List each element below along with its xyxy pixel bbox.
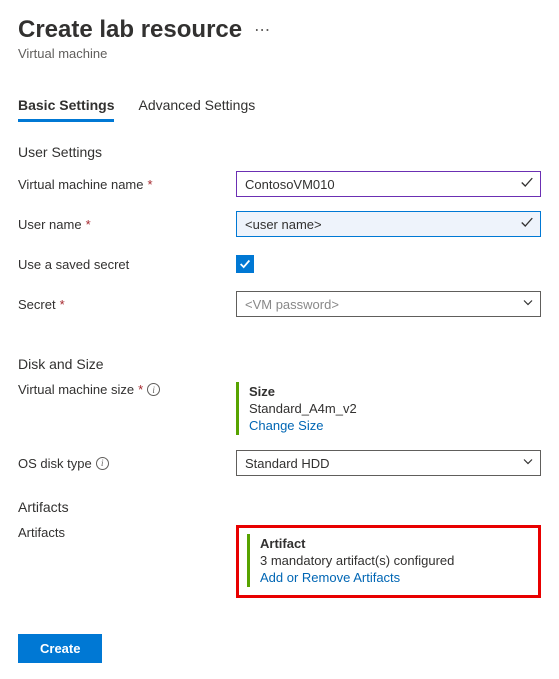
more-icon[interactable]: ⋯ [254, 20, 271, 40]
vm-size-block: Size Standard_A4m_v2 Change Size [236, 382, 541, 435]
section-user-settings: User Settings [18, 144, 541, 160]
artifacts-label: Artifacts [18, 525, 236, 540]
secret-label: Secret* [18, 297, 236, 312]
artifacts-status: 3 mandatory artifact(s) configured [260, 553, 530, 568]
saved-secret-checkbox[interactable] [236, 255, 254, 273]
vm-size-value: Standard_A4m_v2 [249, 401, 541, 416]
info-icon[interactable]: i [147, 383, 160, 396]
check-icon [520, 176, 534, 193]
tab-basic-settings[interactable]: Basic Settings [18, 97, 114, 122]
os-disk-label: OS disk type i [18, 456, 236, 471]
section-disk-size: Disk and Size [18, 356, 541, 372]
create-button[interactable]: Create [18, 634, 102, 663]
artifacts-heading: Artifact [260, 536, 530, 551]
os-disk-select[interactable]: Standard HDD [236, 450, 541, 476]
chevron-down-icon [522, 297, 534, 312]
vm-name-label: Virtual machine name* [18, 177, 236, 192]
secret-select[interactable]: <VM password> [236, 291, 541, 317]
section-artifacts: Artifacts [18, 499, 541, 515]
tab-advanced-settings[interactable]: Advanced Settings [138, 97, 255, 122]
user-name-input[interactable]: <user name> [236, 211, 541, 237]
vm-name-input[interactable]: ContosoVM010 [236, 171, 541, 197]
check-icon [520, 216, 534, 233]
vm-size-heading: Size [249, 384, 541, 399]
info-icon[interactable]: i [96, 457, 109, 470]
page-title: Create lab resource [18, 16, 242, 44]
user-name-label: User name* [18, 217, 236, 232]
tab-bar: Basic Settings Advanced Settings [18, 97, 541, 122]
page-subtitle: Virtual machine [18, 46, 541, 61]
artifacts-block: Artifact 3 mandatory artifact(s) configu… [247, 534, 530, 587]
add-remove-artifacts-link[interactable]: Add or Remove Artifacts [260, 570, 400, 585]
chevron-down-icon [522, 456, 534, 471]
saved-secret-label: Use a saved secret [18, 257, 236, 272]
artifacts-highlight: Artifact 3 mandatory artifact(s) configu… [236, 525, 541, 598]
vm-size-label: Virtual machine size* i [18, 382, 236, 397]
change-size-link[interactable]: Change Size [249, 418, 323, 433]
